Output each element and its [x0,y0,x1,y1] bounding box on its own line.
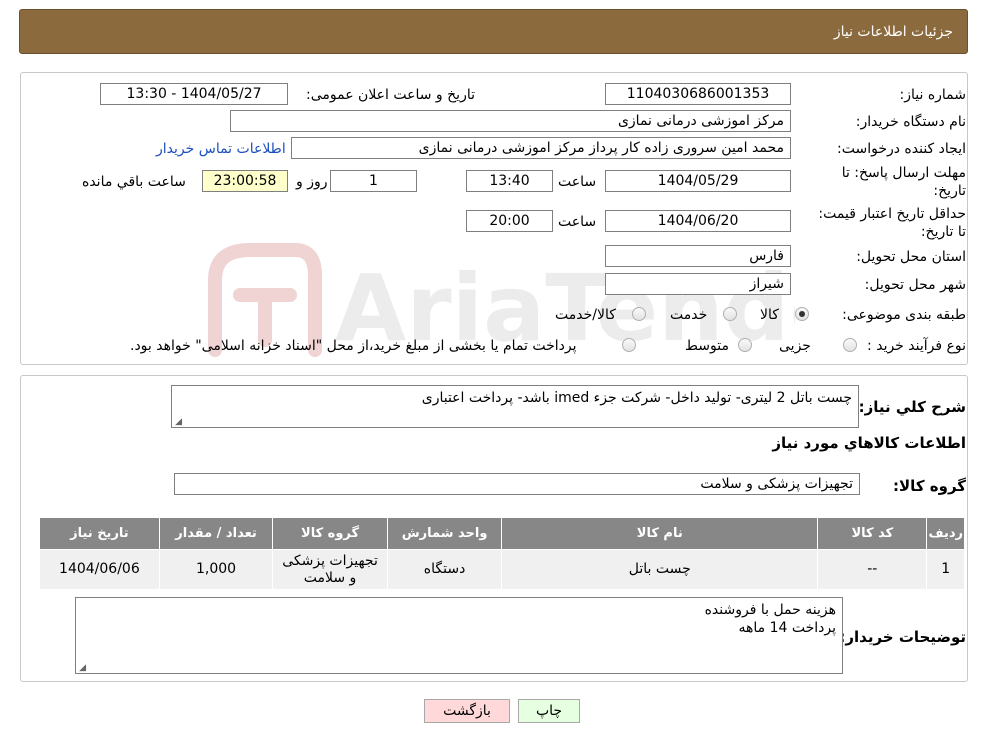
summary-text: چست باتل 2 لیتری- تولید داخل- شرکت جزء i… [421,390,852,406]
deadline-label: مهلت ارسال پاسخ: تا تاریخ: [841,165,966,199]
resize-grip-icon[interactable]: ◢ [174,418,182,427]
goods-table: ردیف کد کالا نام کالا واحد شمارش گروه کا… [39,517,965,590]
col-row-number: ردیف [926,517,965,550]
buyer-notes-line-2: پرداخت 14 ماهه [738,620,836,636]
remaining-time-field: 23:00:58 [202,170,288,192]
cell-unit: دستگاه [386,549,503,590]
cell-quantity: 1,000 [158,549,274,590]
cell-row-number: 1 [926,549,965,590]
category-radio-service[interactable] [723,307,737,321]
days-label: روز و [296,174,328,190]
process-radio-medium[interactable] [738,338,752,352]
col-need-date: تاریخ نیاز [39,517,160,550]
col-goods-group: گروه کالا [272,517,388,550]
col-quantity: تعداد / مقدار [158,517,274,550]
goods-info-title: اطلاعات کالاهاي مورد نياز [772,434,966,452]
buyer-contact-link[interactable]: اطلاعات تماس خریدار [156,140,286,158]
summary-label: شرح کلي نياز: [858,398,966,416]
category-option-goods: کالا [760,307,779,323]
need-number-label: شماره نیاز: [899,87,967,103]
province-label: استان محل تحویل: [856,249,966,265]
price-validity-time-field: 20:00 [466,210,553,232]
buyer-org-field: مرکز اموزشی درمانی نمازی [230,110,791,132]
summary-textarea: چست باتل 2 لیتری- تولید داخل- شرکت جزء i… [171,385,859,428]
price-validity-date-field: 1404/06/20 [605,210,791,232]
back-button[interactable]: بازگشت [424,699,510,723]
goods-group-field: تجهیزات پزشکی و سلامت [174,473,860,495]
cell-goods-name: چست باتل [501,549,819,590]
announce-datetime-field: 1404/05/27 - 13:30 [100,83,288,105]
remaining-label: ساعت باقي مانده [82,174,186,190]
deadline-time-field: 13:40 [466,170,553,192]
category-option-service: خدمت [670,307,708,323]
process-treasury-note: پرداخت تمام یا بخشی از مبلغ خرید،از محل … [130,338,577,354]
buyer-notes-textarea: هزینه حمل با فروشنده پرداخت 14 ماهه ◢ [75,597,843,674]
process-option-medium: متوسط [685,338,729,354]
table-row: 1 -- چست باتل دستگاه تجهیزات پزشکی و سلا… [39,549,965,590]
creator-field: محمد امین سروری زاده کار پرداز مرکز اموز… [291,137,791,159]
announce-label: تاریخ و ساعت اعلان عمومی: [306,87,475,103]
col-unit: واحد شمارش [386,517,503,550]
province-field: فارس [605,245,791,267]
cell-goods-code: -- [817,549,928,590]
deadline-time-label: ساعت [558,174,597,190]
print-button[interactable]: چاپ [518,699,580,723]
process-option-minor: جزیی [779,338,811,354]
buyer-notes-label: توضیحات خریدار: [839,628,966,646]
process-radio-minor[interactable] [843,338,857,352]
process-radio-treasury[interactable] [622,338,636,352]
buyer-org-label: نام دستگاه خریدار: [855,114,966,130]
page-title: جزئیات اطلاعات نیاز [833,23,953,40]
category-label: طبقه بندی موضوعی: [842,307,966,323]
goods-group-label: گروه کالا: [893,477,966,495]
col-goods-code: کد کالا [817,517,928,550]
price-validity-label: حداقل تاریخ اعتبار قیمت: تا تاریخ: [818,206,966,240]
city-label: شهر محل تحویل: [864,277,966,293]
process-type-label: نوع فرآیند خرید : [867,338,966,354]
price-validity-time-label: ساعت [558,214,597,230]
resize-grip-icon[interactable]: ◢ [78,664,86,673]
cell-need-date: 1404/06/06 [39,549,160,590]
category-radio-goods[interactable] [795,307,809,321]
creator-label: ایجاد کننده درخواست: [837,141,966,157]
category-option-goods-service: کالا/خدمت [555,307,616,323]
buyer-notes-line-1: هزینه حمل با فروشنده [704,602,836,618]
cell-goods-group: تجهیزات پزشکی و سلامت [272,549,388,590]
city-field: شیراز [605,273,791,295]
col-goods-name: نام کالا [501,517,819,550]
days-remaining-field: 1 [330,170,417,192]
deadline-date-field: 1404/05/29 [605,170,791,192]
page-header: جزئیات اطلاعات نیاز [19,9,968,54]
category-radio-goods-service[interactable] [632,307,646,321]
table-header-row: ردیف کد کالا نام کالا واحد شمارش گروه کا… [39,517,965,550]
need-number-field: 1104030686001353 [605,83,791,105]
